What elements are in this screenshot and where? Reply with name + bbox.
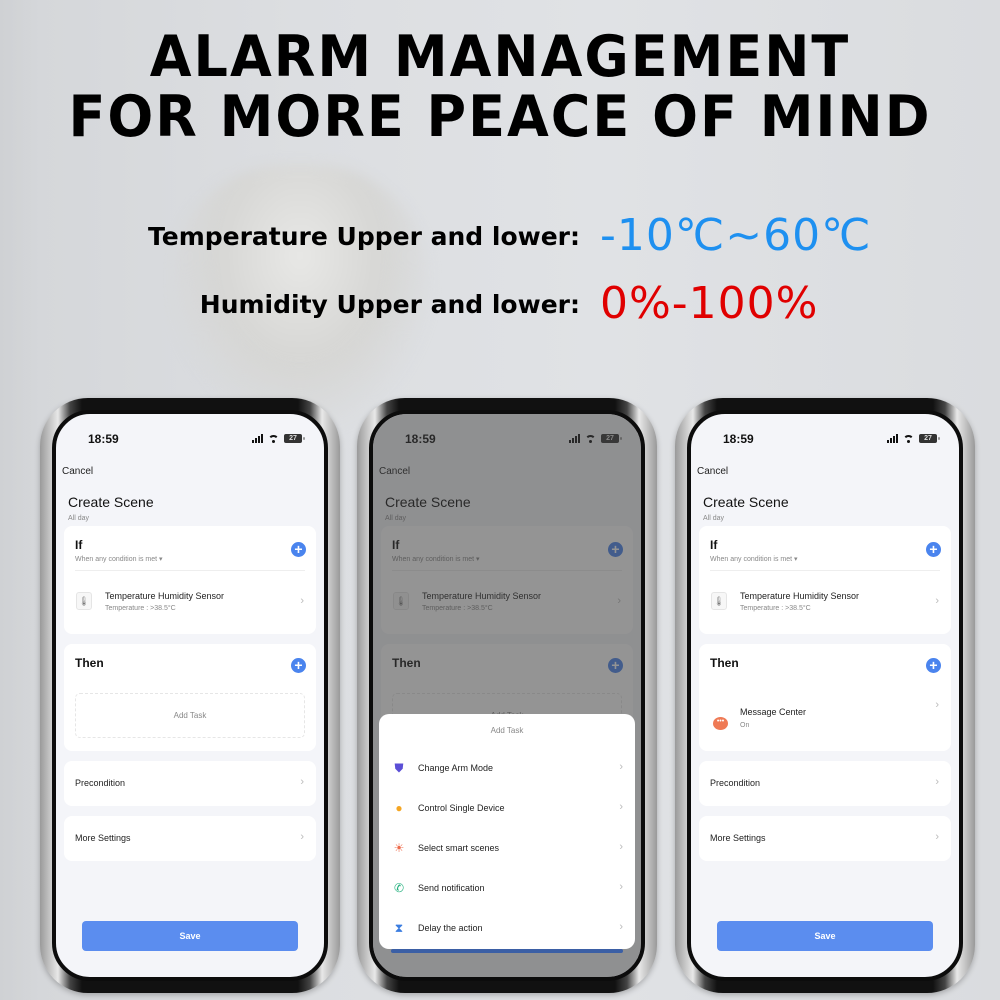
headline-line-1: ALARM MANAGEMENT bbox=[149, 23, 851, 90]
add-condition-button[interactable]: + bbox=[291, 542, 306, 557]
task-control-single-device[interactable]: ● Control Single Device › bbox=[379, 788, 635, 828]
battery-icon: 27 bbox=[919, 434, 940, 443]
humidity-spec-label: Humidity Upper and lower: bbox=[199, 290, 580, 319]
divider bbox=[710, 570, 940, 571]
divider bbox=[75, 570, 305, 571]
wifi-icon bbox=[903, 434, 914, 443]
sheet-title: Add Task bbox=[490, 726, 524, 735]
phone-create-scene-empty: 18:59 27 Cancel Create Scene All day If … bbox=[40, 398, 340, 993]
phone-screen: 18:59 27 Cancel Create Scene All day If … bbox=[52, 410, 328, 981]
then-card: Then + Add Task bbox=[64, 644, 316, 751]
status-bar: 18:59 27 bbox=[56, 432, 324, 452]
condition-device-detail: Temperature : >38.5°C bbox=[740, 605, 811, 612]
task-change-arm-mode[interactable]: ⛊ Change Arm Mode › bbox=[379, 748, 635, 788]
precondition-row[interactable]: Precondition › bbox=[699, 761, 951, 806]
thermometer-icon: 🌡 bbox=[711, 592, 727, 610]
cancel-button[interactable]: Cancel bbox=[697, 466, 728, 477]
chevron-right-icon: › bbox=[619, 801, 623, 813]
if-card: If When any condition is met ▾ + 🌡 Tempe… bbox=[699, 526, 951, 634]
more-settings-label: More Settings bbox=[710, 833, 766, 843]
shield-check-icon: ⛊ bbox=[394, 761, 404, 775]
chevron-right-icon: › bbox=[619, 761, 623, 773]
phone-screen: 18:59 27 Cancel Create Scene All day If … bbox=[369, 410, 645, 981]
humidity-spec-value: 0%-100% bbox=[600, 278, 819, 329]
task-delay-the-action[interactable]: ⧗ Delay the action › bbox=[379, 908, 635, 948]
then-card: Then + ••• Message Center On › bbox=[699, 644, 951, 751]
condition-mode-dropdown[interactable]: When any condition is met ▾ bbox=[75, 555, 163, 563]
task-select-smart-scenes[interactable]: ☀ Select smart scenes › bbox=[379, 828, 635, 868]
temperature-spec-label: Temperature Upper and lower: bbox=[148, 222, 580, 251]
chevron-right-icon[interactable]: › bbox=[935, 699, 939, 711]
task-label: Control Single Device bbox=[418, 803, 505, 813]
humidity-spec: Humidity Upper and lower: 0%-100% bbox=[0, 278, 1000, 338]
condition-device-detail: Temperature : >38.5°C bbox=[105, 605, 176, 612]
more-settings-row[interactable]: More Settings › bbox=[64, 816, 316, 861]
add-task-sheet: Add Task ⛊ Change Arm Mode › ● Control S… bbox=[379, 714, 635, 949]
schedule-subtitle[interactable]: All day bbox=[703, 515, 724, 522]
chevron-right-icon: › bbox=[935, 776, 939, 788]
save-button[interactable]: Save bbox=[82, 921, 298, 951]
status-time: 18:59 bbox=[723, 432, 754, 446]
add-condition-button[interactable]: + bbox=[926, 542, 941, 557]
battery-icon: 27 bbox=[284, 434, 305, 443]
add-action-button[interactable]: + bbox=[291, 658, 306, 673]
precondition-row[interactable]: Precondition › bbox=[64, 761, 316, 806]
task-send-notification[interactable]: ✆ Send notification › bbox=[379, 868, 635, 908]
add-action-button[interactable]: + bbox=[926, 658, 941, 673]
task-label: Select smart scenes bbox=[418, 843, 500, 853]
if-title: If bbox=[710, 538, 718, 552]
signal-icon bbox=[887, 434, 898, 443]
wifi-icon bbox=[268, 434, 279, 443]
page-title: Create Scene bbox=[703, 494, 789, 510]
precondition-label: Precondition bbox=[75, 778, 126, 788]
signal-icon bbox=[252, 434, 263, 443]
condition-device-name[interactable]: Temperature Humidity Sensor bbox=[105, 591, 224, 601]
condition-mode-dropdown[interactable]: When any condition is met ▾ bbox=[710, 555, 798, 563]
light-bulb-icon: ● bbox=[395, 801, 403, 815]
more-settings-row[interactable]: More Settings › bbox=[699, 816, 951, 861]
action-name[interactable]: Message Center bbox=[740, 707, 806, 717]
add-task-button[interactable]: Add Task bbox=[75, 693, 305, 738]
phone-screen: 18:59 27 Cancel Create Scene All day If … bbox=[687, 410, 963, 981]
temperature-spec: Temperature Upper and lower: -10℃~60℃ bbox=[0, 210, 1000, 270]
if-title: If bbox=[75, 538, 83, 552]
save-button-behind bbox=[391, 949, 623, 953]
chevron-right-icon: › bbox=[619, 881, 623, 893]
headline-line-2: FOR MORE PEACE OF MIND bbox=[68, 83, 932, 150]
schedule-subtitle[interactable]: All day bbox=[68, 515, 89, 522]
temperature-spec-value: -10℃~60℃ bbox=[600, 210, 872, 261]
phone-add-task-sheet: 18:59 27 Cancel Create Scene All day If … bbox=[357, 398, 657, 993]
if-card: If When any condition is met ▾ + 🌡 Tempe… bbox=[64, 526, 316, 634]
task-label: Send notification bbox=[418, 883, 485, 893]
thermometer-icon: 🌡 bbox=[76, 592, 92, 610]
phone-create-scene-configured: 18:59 27 Cancel Create Scene All day If … bbox=[675, 398, 975, 993]
save-button[interactable]: Save bbox=[717, 921, 933, 951]
condition-device-name[interactable]: Temperature Humidity Sensor bbox=[740, 591, 859, 601]
message-bubble-icon: ••• bbox=[713, 717, 728, 730]
sunrise-icon: ☀ bbox=[393, 841, 405, 855]
then-title: Then bbox=[75, 656, 104, 670]
status-time: 18:59 bbox=[88, 432, 119, 446]
background-wall bbox=[0, 0, 40, 1000]
hourglass-icon: ⧗ bbox=[394, 921, 404, 935]
task-label: Change Arm Mode bbox=[418, 763, 494, 773]
cancel-button[interactable]: Cancel bbox=[62, 466, 93, 477]
action-status: On bbox=[740, 722, 750, 729]
chevron-right-icon: › bbox=[300, 776, 304, 788]
chevron-right-icon: › bbox=[619, 921, 623, 933]
chevron-right-icon[interactable]: › bbox=[935, 595, 939, 607]
precondition-label: Precondition bbox=[710, 778, 761, 788]
task-label: Delay the action bbox=[418, 923, 483, 933]
more-settings-label: More Settings bbox=[75, 833, 131, 843]
chevron-right-icon[interactable]: › bbox=[300, 595, 304, 607]
chevron-right-icon: › bbox=[300, 831, 304, 843]
phone-message-icon: ✆ bbox=[393, 881, 405, 895]
then-title: Then bbox=[710, 656, 739, 670]
chevron-right-icon: › bbox=[619, 841, 623, 853]
status-bar: 18:59 27 bbox=[691, 432, 959, 452]
page-title: Create Scene bbox=[68, 494, 154, 510]
chevron-right-icon: › bbox=[935, 831, 939, 843]
